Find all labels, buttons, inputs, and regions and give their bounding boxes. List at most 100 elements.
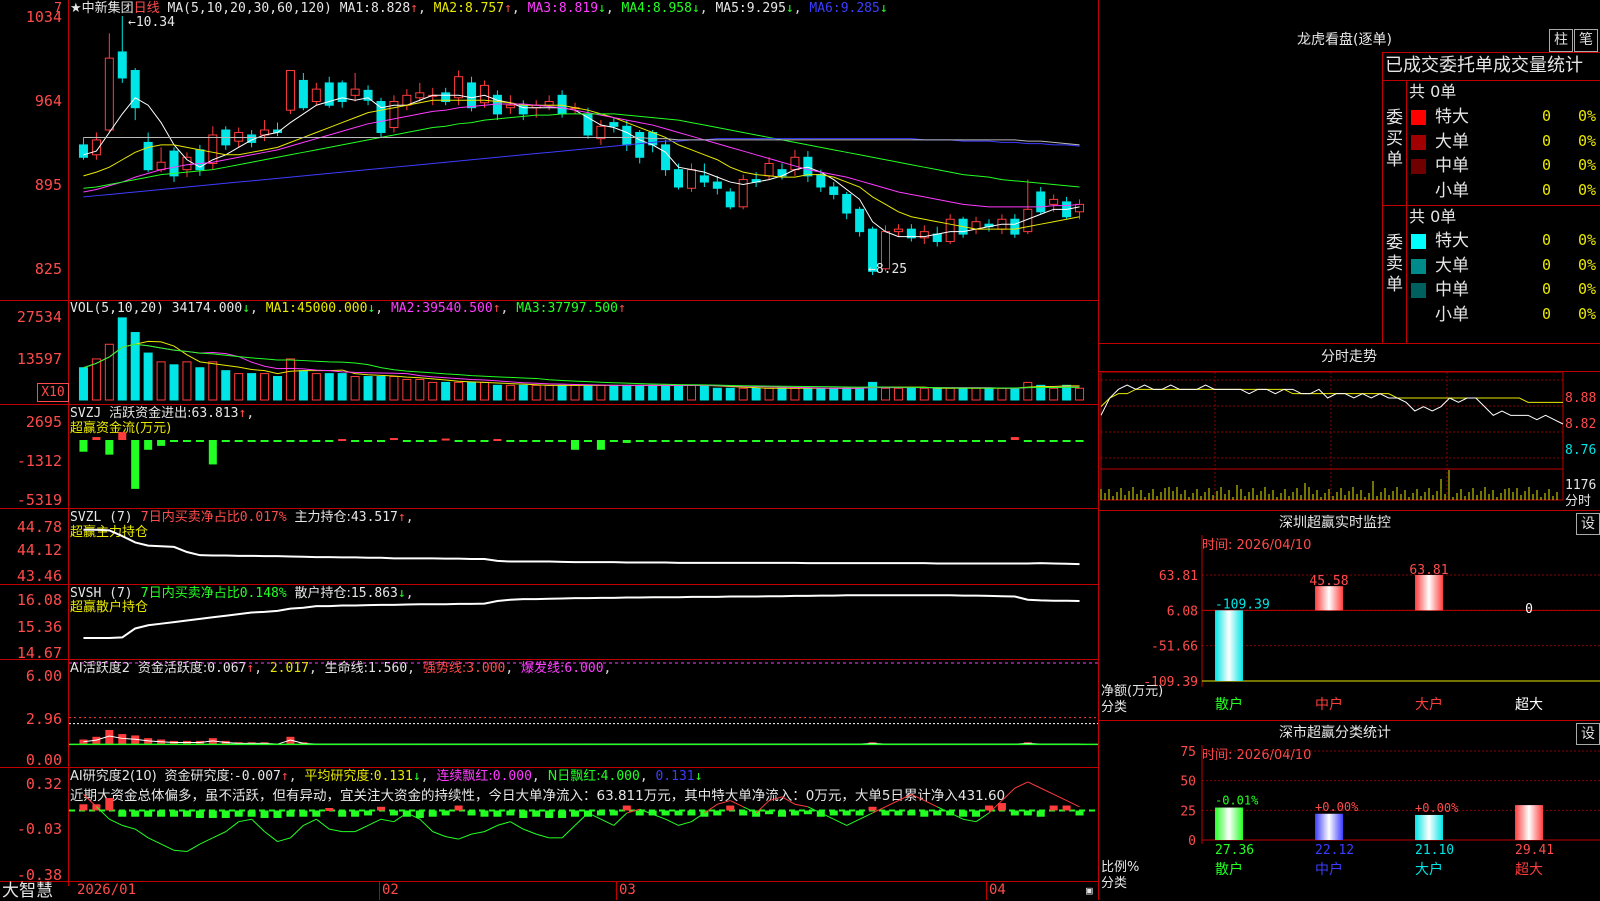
- ai2-bar: [105, 798, 114, 811]
- order-percent: 0%: [1578, 156, 1597, 174]
- order-percent: 0%: [1578, 280, 1597, 298]
- svzj-bar: [170, 440, 179, 442]
- svzj-bar: [299, 440, 308, 442]
- tick-mode-button[interactable]: 笔: [1574, 29, 1598, 52]
- volume-bar: [1075, 387, 1085, 401]
- svzj-bar: [1075, 440, 1084, 442]
- ai2-bar: [415, 810, 424, 818]
- ai2-bar: [739, 810, 748, 816]
- volume-bar: [622, 384, 632, 401]
- ai2-bar: [182, 810, 191, 817]
- dragon-sub-line: [1382, 80, 1600, 81]
- svsh-chart[interactable]: [69, 584, 1098, 659]
- order-count: 0: [1542, 280, 1552, 298]
- svzj-bar: [234, 440, 243, 442]
- svzj-bar: [1036, 440, 1045, 442]
- ai2-line-seg: [329, 828, 343, 833]
- svzj-bar: [596, 440, 605, 450]
- volume-bar: [816, 387, 826, 401]
- candle-body: [285, 70, 295, 111]
- dragon-title: 龙虎看盘(逐单): [1297, 32, 1392, 48]
- volume-bar: [1010, 387, 1020, 401]
- candle-body: [829, 186, 839, 195]
- order-type: 中单: [1435, 156, 1469, 176]
- sell-title: 委卖单: [1386, 233, 1403, 295]
- bar-mode-button[interactable]: 柱: [1549, 29, 1573, 52]
- volume-bar: [790, 387, 800, 401]
- svzj-bar: [389, 438, 398, 441]
- ai2-line-seg: [134, 828, 149, 839]
- sz-class-chart[interactable]: 75 50 25 0 -0.01% 27.36 散户 +0.00% 22.12 中户 +0.00% 2…: [1099, 745, 1600, 900]
- sz-monitor-settings-button[interactable]: 设: [1576, 513, 1600, 535]
- intra-vol-label: 分时: [1565, 494, 1592, 509]
- dragon-col-line: [1406, 80, 1407, 343]
- svzj-bar: [493, 439, 502, 442]
- svsh-tick-0: 16.08: [16, 591, 62, 609]
- svzj-bar: [273, 440, 282, 442]
- volume-bar: [932, 387, 942, 401]
- candle-body: [544, 101, 554, 106]
- svzj-bar: [208, 440, 217, 465]
- ai1-tick-0: 6.00: [25, 667, 62, 685]
- volume-bar: [997, 387, 1007, 401]
- price-chart[interactable]: [69, 0, 1098, 300]
- ai2-bar: [674, 810, 683, 816]
- svzj-bar: [920, 440, 929, 442]
- ai2-bar: [286, 810, 295, 817]
- szc-delta: +0.00%: [1315, 800, 1359, 814]
- ai1-bar: [131, 735, 140, 745]
- szc-tick: 0: [1188, 834, 1196, 849]
- svzl-tick-2: 43.46: [16, 567, 62, 585]
- ai2-bar: [933, 810, 942, 816]
- svzj-bar: [713, 440, 722, 442]
- svzj-bar: [286, 440, 295, 442]
- candle-body: [622, 125, 632, 146]
- sz-monitor-xlabel: 分类: [1101, 700, 1128, 715]
- svzj-chart[interactable]: [69, 404, 1098, 508]
- sz-class-settings-button[interactable]: 设: [1576, 723, 1600, 745]
- ai2-chart[interactable]: [69, 767, 1098, 881]
- svsh-tick-2: 14.67: [16, 644, 62, 662]
- ai2-line-seg: [781, 796, 796, 805]
- svzj-bar: [765, 440, 774, 442]
- volume-bar: [324, 373, 334, 401]
- candle-body: [790, 156, 800, 171]
- ai2-tick-1: -0.03: [16, 820, 62, 838]
- volume-bar: [635, 384, 645, 401]
- candle-body: [596, 125, 606, 140]
- szc-category: 中户: [1315, 861, 1343, 878]
- ai2-line-seg: [600, 818, 615, 826]
- volume-bar: [234, 373, 244, 401]
- sz-monitor-chart[interactable]: 63.816.08-51.66-109.39-109.39散户45.58中户63…: [1099, 535, 1600, 720]
- volume-bar: [492, 384, 502, 401]
- svzj-bar: [868, 440, 877, 442]
- volume-bar: [751, 387, 761, 401]
- ai2-line-seg: [199, 837, 214, 845]
- ai2-bar: [894, 810, 903, 816]
- volume-bar: [285, 358, 295, 401]
- candle-body: [661, 144, 671, 171]
- szc-tick: 25: [1180, 804, 1196, 819]
- ai2-line-seg: [316, 818, 330, 830]
- volume-bar: [505, 384, 515, 401]
- szc-bar: [1315, 813, 1343, 840]
- szc-bar: [1415, 814, 1443, 840]
- ma6-line: [83, 136, 1080, 146]
- svzj-bar: [609, 440, 618, 442]
- candle-body: [78, 144, 88, 158]
- svzj-bar: [803, 440, 812, 442]
- lock-icon: ▣: [1086, 884, 1093, 897]
- svzl-chart[interactable]: [69, 508, 1098, 584]
- candle-body: [609, 122, 619, 127]
- ai2-line-seg: [264, 831, 278, 842]
- candle-body: [234, 131, 244, 142]
- ai2-line-seg: [458, 833, 472, 840]
- volume-bar: [764, 387, 774, 401]
- volume-chart[interactable]: [69, 300, 1098, 404]
- ai1-chart[interactable]: [69, 659, 1098, 767]
- order-count: 0: [1542, 131, 1552, 150]
- intraday-chart[interactable]: [1099, 372, 1600, 510]
- volume-bar: [971, 387, 981, 401]
- date-sep-2: [616, 882, 617, 900]
- ai2-bar: [325, 808, 334, 812]
